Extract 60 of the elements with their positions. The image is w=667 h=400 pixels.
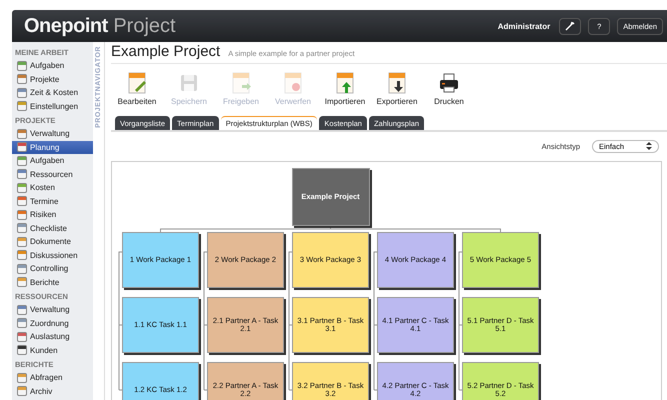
wrench-icon — [565, 21, 576, 31]
item-icon — [17, 318, 27, 328]
sidebar-item[interactable]: Aufgaben — [12, 59, 93, 72]
toolbar-button[interactable]: Bearbeiten — [111, 72, 163, 116]
item-icon — [17, 60, 27, 71]
item-icon — [17, 345, 27, 356]
item-icon — [17, 156, 27, 166]
sidebar-item[interactable]: Einstellungen — [12, 100, 93, 113]
sidebar-item[interactable]: Termine — [12, 194, 93, 208]
item-icon — [17, 128, 27, 139]
sidebar-item[interactable]: Diskussionen — [12, 248, 93, 262]
sidebar-item[interactable]: Ressourcen — [12, 168, 93, 181]
sidebar-item[interactable]: Kunden — [12, 344, 93, 357]
sidebar-item[interactable]: Kosten — [12, 181, 93, 194]
sidebar-item[interactable]: Berichte — [12, 276, 93, 289]
sidebar-item[interactable]: Dokumente — [12, 235, 93, 248]
sidebar-item[interactable]: Archiv — [12, 384, 93, 398]
item-icon — [17, 142, 27, 152]
item-icon — [17, 386, 27, 396]
export-icon — [386, 72, 408, 94]
item-icon — [17, 372, 27, 383]
item-icon — [17, 169, 27, 180]
sidebar-item[interactable]: Zeit & Kosten — [12, 86, 93, 100]
item-icon — [17, 182, 27, 193]
settings-button[interactable] — [559, 18, 582, 34]
item-icon — [17, 196, 27, 206]
item-icon — [17, 74, 27, 84]
sidebar-item[interactable]: Projekte — [12, 72, 93, 86]
item-icon — [17, 332, 27, 342]
updown-icon — [646, 142, 652, 150]
sidebar-item[interactable]: Planung — [12, 140, 93, 154]
item-icon — [17, 223, 27, 234]
edit-icon — [126, 72, 148, 94]
item-icon — [17, 264, 27, 274]
item-icon — [17, 210, 27, 220]
item-icon — [17, 304, 27, 315]
toolbar-button[interactable]: Importieren — [319, 72, 371, 116]
item-icon — [17, 277, 27, 288]
toolbar-button[interactable]: Drucken — [423, 72, 475, 116]
sidebar-item[interactable]: Verwaltung — [12, 303, 93, 316]
page-title: Example Project — [111, 43, 220, 60]
save-icon — [178, 72, 200, 94]
sidebar-item[interactable]: Risiken — [12, 208, 93, 222]
user-name: Administrator — [498, 22, 550, 30]
item-icon — [17, 101, 27, 112]
item-icon — [17, 250, 27, 260]
sidebar-item[interactable]: Abfragen — [12, 371, 93, 384]
sidebar-item[interactable]: Aufgaben — [12, 154, 93, 168]
logo: Onepoint Project — [24, 14, 176, 38]
import-icon — [334, 72, 356, 94]
sidebar-item[interactable]: Zuordnung — [12, 316, 93, 330]
toolbar-button[interactable]: Exportieren — [371, 72, 423, 116]
document-cancel-icon — [282, 72, 304, 94]
sidebar-item[interactable]: Auslastung — [12, 330, 93, 344]
sidebar-item[interactable]: Controlling — [12, 262, 93, 276]
item-icon — [17, 88, 27, 98]
item-icon — [17, 236, 27, 247]
sidebar-item[interactable]: Verwaltung — [12, 127, 93, 140]
sidebar-item[interactable]: Checkliste — [12, 222, 93, 235]
print-icon — [438, 72, 460, 94]
